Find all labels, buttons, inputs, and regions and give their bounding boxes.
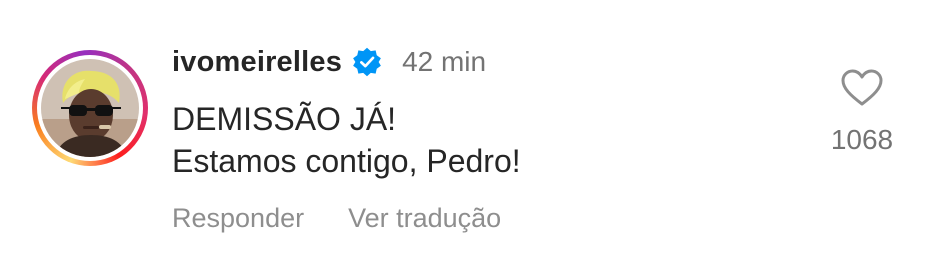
username[interactable]: ivomeirelles <box>172 46 342 79</box>
like-count: 1068 <box>830 124 894 155</box>
comment-text: DEMISSÃO JÁ! Estamos contigo, Pedro! <box>172 98 521 182</box>
reply-button[interactable]: Responder <box>172 203 304 234</box>
story-ring[interactable] <box>32 50 148 166</box>
like-control: 1068 <box>824 68 900 156</box>
comment-line-2: Estamos contigo, Pedro! <box>172 143 521 179</box>
comment-line-1: DEMISSÃO JÁ! <box>172 101 397 137</box>
comment-timestamp: 42 min <box>402 46 487 77</box>
comment-header: ivomeirelles 42 min <box>172 40 486 84</box>
comment-item: ivomeirelles 42 min DEMISSÃO JÁ! Estamos… <box>0 0 950 266</box>
verified-badge-icon <box>352 47 382 77</box>
avatar[interactable] <box>41 59 139 157</box>
translate-button[interactable]: Ver tradução <box>348 203 501 234</box>
avatar-image <box>41 59 139 157</box>
heart-outline-icon[interactable] <box>840 68 884 108</box>
comment-actions: Responder Ver tradução <box>172 198 545 238</box>
